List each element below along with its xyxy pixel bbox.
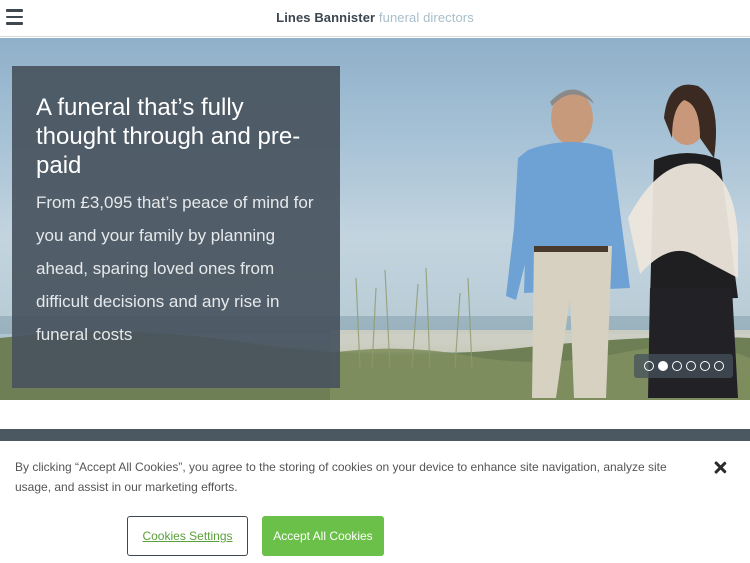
slide-dot-6[interactable] (713, 361, 724, 371)
brand-suffix: funeral directors (378, 10, 474, 25)
hero-title: A funeral that’s fully thought through a… (36, 94, 301, 179)
cookie-banner: By clicking “Accept All Cookies”, you ag… (0, 441, 750, 563)
hero-slider: A funeral that’s fully thought through a… (0, 38, 750, 400)
slide-dot-5[interactable] (699, 361, 710, 371)
section-divider (0, 429, 750, 441)
hero-description: From £3,095 that’s peace of mind for you… (36, 193, 314, 344)
accept-all-cookies-button[interactable]: Accept All Cookies (262, 516, 384, 556)
site-header: Lines Bannister funeral directors (0, 0, 750, 37)
slide-dot-3[interactable] (671, 361, 682, 371)
slider-pagination (634, 354, 733, 378)
cookies-settings-button[interactable]: Cookies Settings (127, 516, 248, 556)
close-icon[interactable] (712, 460, 728, 476)
brand-name: Lines Bannister (276, 10, 376, 25)
hero-text-panel: A funeral that’s fully thought through a… (12, 66, 340, 388)
site-logo[interactable]: Lines Bannister funeral directors (0, 10, 750, 25)
slide-dot-4[interactable] (685, 361, 696, 371)
cookie-message: By clicking “Accept All Cookies”, you ag… (15, 460, 667, 494)
slide-dot-2[interactable] (657, 361, 668, 371)
slide-dot-1[interactable] (643, 361, 654, 371)
